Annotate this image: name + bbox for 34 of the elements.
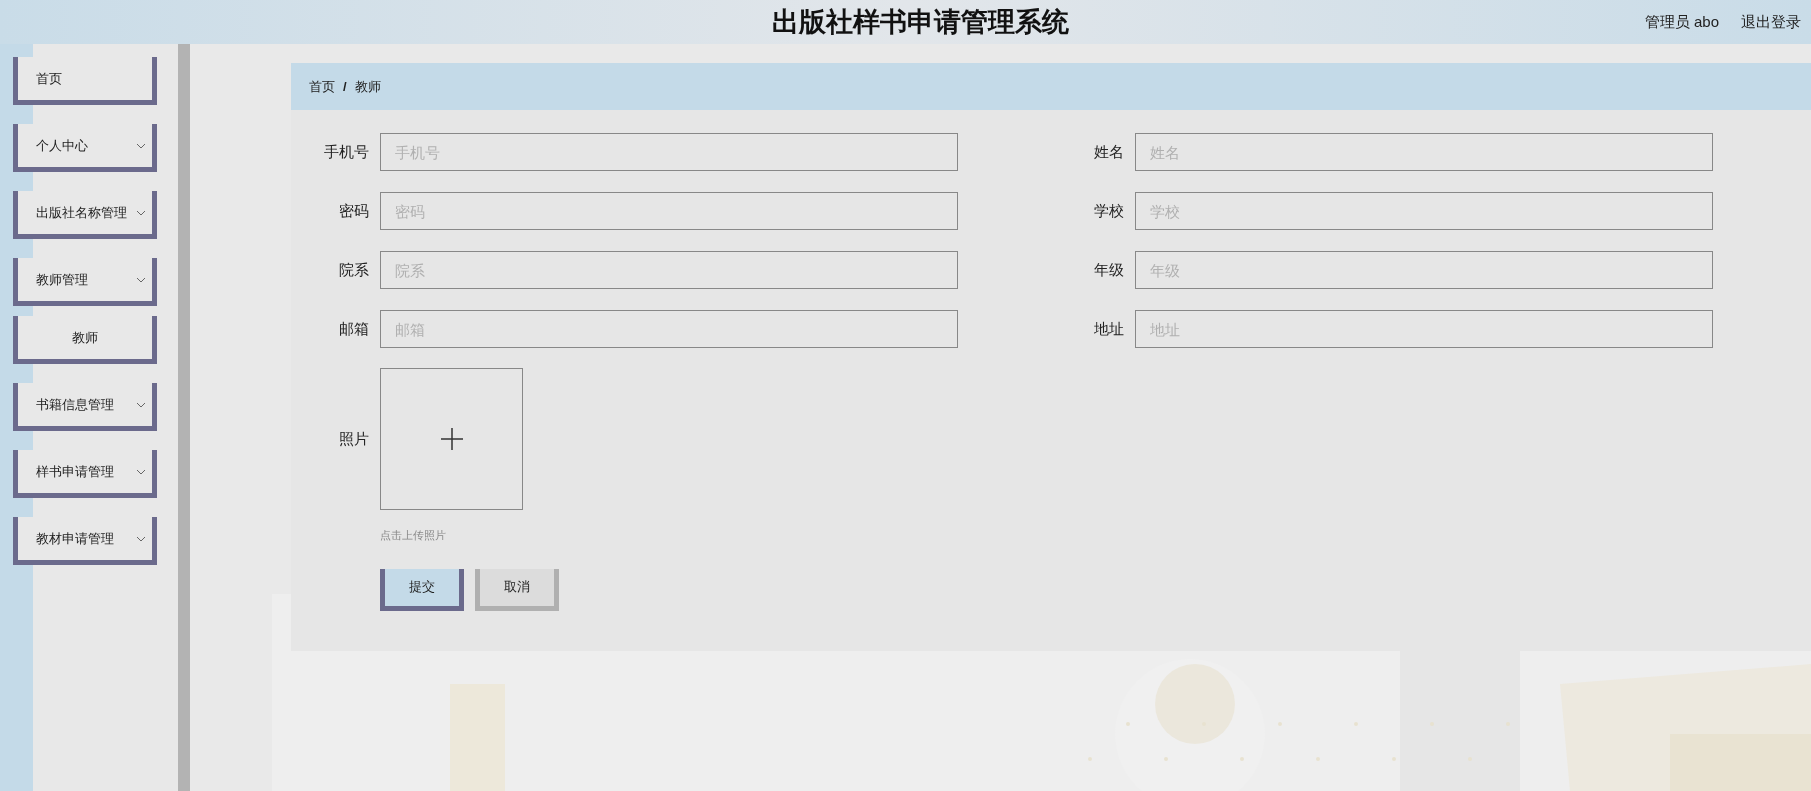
breadcrumb-item[interactable]: 首页: [309, 76, 335, 97]
chevron-down-icon: [136, 209, 146, 216]
chevron-down-icon: [136, 142, 146, 149]
plus-icon: [440, 428, 463, 450]
cancel-button[interactable]: 取消: [475, 568, 559, 611]
menu-item[interactable]: 个人中心: [13, 124, 157, 172]
user-name: 管理员 abo: [1644, 11, 1719, 32]
field-label: 姓名: [1093, 141, 1125, 162]
breadcrumb-separator: /: [343, 77, 347, 96]
field-label: 年级: [1093, 259, 1125, 280]
chevron-down-icon: [136, 276, 146, 283]
field-label: 院系: [338, 259, 370, 280]
chevron-down-icon: [136, 535, 146, 542]
field-label: 照片: [338, 428, 370, 449]
menu-item[interactable]: 教材申请管理: [13, 517, 157, 565]
menu-item[interactable]: 首页: [13, 57, 157, 105]
upload-hint: 点击上传照片: [380, 528, 447, 543]
chevron-down-icon: [136, 401, 146, 408]
field-label: 手机号: [323, 141, 370, 162]
app-title: 出版社样书申请管理系统: [772, 6, 1069, 39]
menu-item[interactable]: 教师管理: [13, 258, 157, 306]
field-label: 邮箱: [338, 318, 370, 339]
photo-upload[interactable]: [380, 368, 523, 510]
chevron-down-icon: [136, 468, 146, 475]
menu-item[interactable]: 书籍信息管理: [13, 383, 157, 431]
logout-link[interactable]: 退出登录: [1741, 10, 1801, 34]
menu-item[interactable]: 样书申请管理: [13, 450, 157, 498]
menu-item[interactable]: 出版社名称管理: [13, 191, 157, 239]
submenu-item[interactable]: 教师: [13, 316, 157, 364]
field-label: 密码: [338, 200, 370, 221]
field-label: 地址: [1093, 318, 1125, 339]
submit-button[interactable]: 提交: [380, 568, 464, 611]
breadcrumb-item: 教师: [354, 77, 381, 96]
field-label: 学校: [1093, 200, 1125, 221]
